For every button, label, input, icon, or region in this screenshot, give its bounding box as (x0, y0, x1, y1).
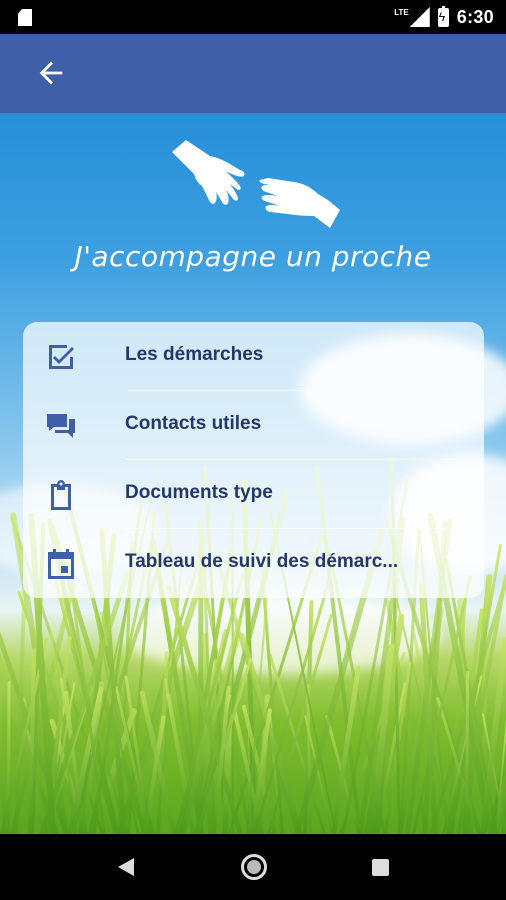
arrow-left-icon[interactable] (34, 56, 68, 90)
menu-item-tableau-suivi[interactable]: Tableau de suivi des démarc... (23, 529, 484, 598)
menu-item-label: Documents type (125, 482, 273, 503)
nav-home-icon[interactable] (241, 854, 267, 880)
checkbox-checked-icon (49, 345, 74, 369)
page-title: J'accompagne un proche (74, 240, 432, 273)
menu-item-label: Tableau de suivi des démarc... (125, 551, 399, 572)
system-nav-bar (0, 834, 506, 900)
menu-item-demarches[interactable]: Les démarches (23, 322, 484, 391)
menu-item-contacts[interactable]: Contacts utiles (23, 391, 484, 460)
status-time: 6:30 (456, 6, 494, 27)
menu-card: Les démarches Contacts utiles Documents … (23, 322, 484, 598)
calendar-icon (48, 549, 74, 579)
nav-recent-icon[interactable] (372, 859, 389, 876)
sd-card-icon (18, 9, 32, 26)
app-bar (0, 34, 506, 113)
battery-charging-icon (437, 5, 449, 27)
status-indicators: LTE 6:30 (394, 5, 494, 28)
chat-bubbles-icon (47, 414, 75, 438)
clipboard-icon (51, 480, 71, 510)
menu-item-documents[interactable]: Documents type (23, 460, 484, 529)
status-bar: LTE 6:30 (0, 0, 506, 34)
signal-icon (409, 7, 430, 27)
hands-icon (172, 140, 340, 228)
network-type-label: LTE (394, 7, 409, 17)
menu-item-label: Contacts utiles (125, 413, 262, 434)
menu-item-label: Les démarches (125, 344, 264, 365)
nav-back-icon[interactable] (118, 858, 134, 876)
